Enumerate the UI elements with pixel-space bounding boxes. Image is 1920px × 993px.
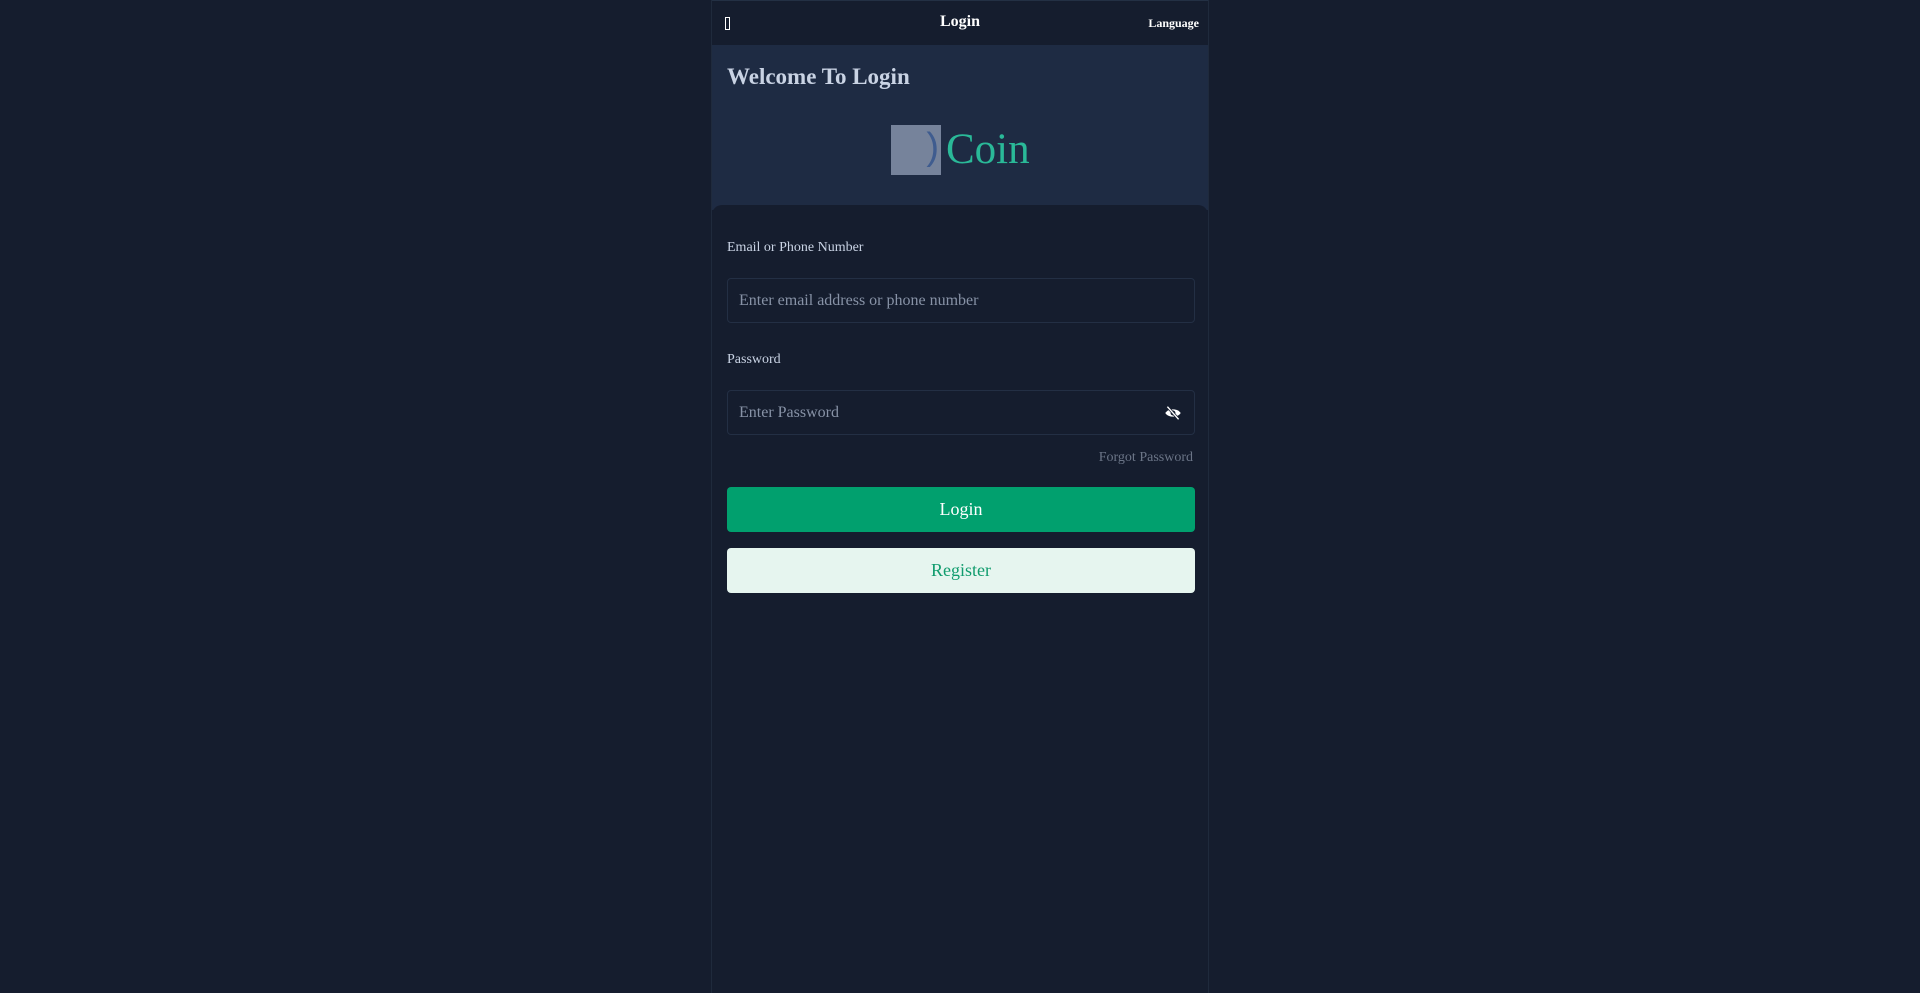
welcome-heading: Welcome To Login	[727, 64, 910, 89]
logo-mark-icon	[891, 125, 941, 175]
top-bar: Login Language	[712, 0, 1208, 45]
logo: Coin	[891, 125, 1030, 175]
password-label: Password	[727, 352, 781, 367]
login-page: Login Language Welcome To Login Coin Ema…	[711, 0, 1209, 993]
email-label: Email or Phone Number	[727, 240, 864, 255]
hero-banner: Welcome To Login Coin	[712, 45, 1208, 210]
email-input[interactable]	[727, 278, 1195, 323]
eye-off-icon[interactable]	[1164, 406, 1182, 420]
language-button[interactable]: Language	[1148, 16, 1199, 31]
login-button[interactable]: Login	[727, 487, 1195, 532]
page-title: Login	[939, 13, 980, 30]
register-button[interactable]: Register	[727, 548, 1195, 593]
logo-text: Coin	[946, 126, 1030, 173]
login-form: Email or Phone Number Password Forgot Pa…	[712, 205, 1208, 993]
forgot-password-link[interactable]: Forgot Password	[1099, 450, 1193, 466]
password-input[interactable]	[727, 390, 1195, 435]
